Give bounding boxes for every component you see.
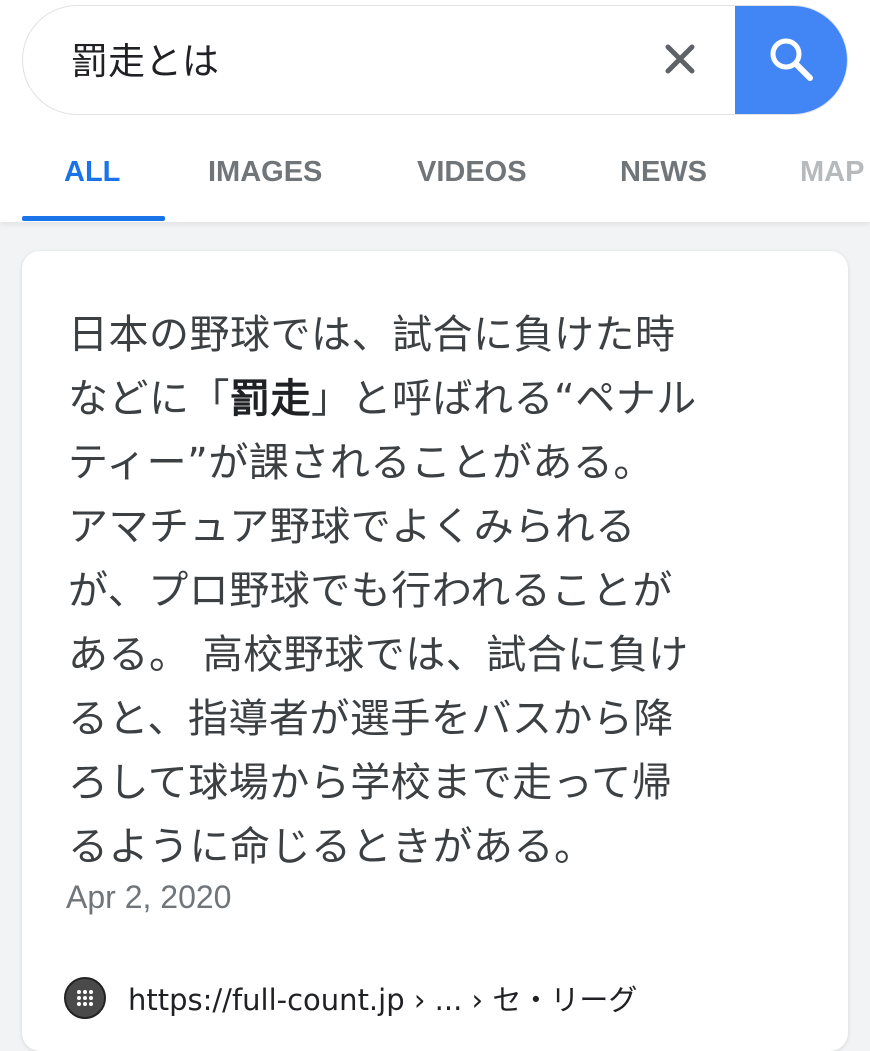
snippet-line: などに「 (68, 376, 230, 422)
search-icon (768, 36, 814, 86)
result-source-link[interactable]: https://full-count.jp › ... › セ・リーグ (64, 973, 637, 1023)
snippet-line: が、プロ野球でも行われることが (68, 568, 673, 614)
snippet-text: 日本の野球では、試合に負けた時 などに「罰走」と呼ばれる“ペナル ティー”が課さ… (68, 303, 818, 879)
snippet-line: ると、指導者が選手をバスから降 (68, 696, 674, 742)
highlighted-term: 罰走 (230, 376, 311, 422)
clear-search-button[interactable] (653, 34, 707, 88)
search-tabs: ALL IMAGES VIDEOS NEWS MAP (0, 140, 870, 222)
snippet-line: ある。 高校野球では、試合に負け (68, 632, 689, 678)
source-url[interactable]: https://full-count.jp › ... › セ・リーグ (128, 977, 637, 1019)
tab-all[interactable]: ALL (64, 156, 120, 189)
snippet-line: るように命じるときがある。 (68, 824, 595, 870)
site-favicon-icon (64, 977, 106, 1019)
tab-maps[interactable]: MAP (800, 156, 864, 189)
snippet-line: 日本の野球では、試合に負けた時 (68, 312, 676, 358)
tab-videos[interactable]: VIDEOS (417, 156, 527, 189)
top-bar: ALL IMAGES VIDEOS NEWS MAP (0, 0, 870, 222)
search-button[interactable] (735, 6, 847, 114)
snippet-line: アマチュア野球でよくみられる (68, 504, 636, 550)
snippet-line: ろして球場から学校まで走って帰 (68, 760, 673, 806)
search-input[interactable] (69, 36, 633, 88)
featured-snippet-card: 日本の野球では、試合に負けた時 などに「罰走」と呼ばれる“ペナル ティー”が課さ… (22, 251, 848, 1051)
tab-news[interactable]: NEWS (620, 156, 707, 189)
search-box (22, 5, 848, 115)
close-icon (665, 44, 695, 78)
tab-images[interactable]: IMAGES (208, 156, 322, 189)
snippet-line: ティー”が課されることがある。 (68, 440, 654, 486)
snippet-line: 」と呼ばれる“ペナル (311, 376, 697, 422)
active-tab-indicator (22, 216, 165, 221)
result-date: Apr 2, 2020 (66, 879, 232, 915)
